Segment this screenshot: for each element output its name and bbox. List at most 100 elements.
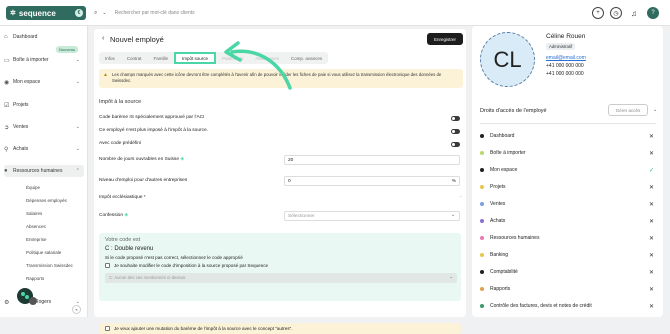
sidebar-item-label: Projets (13, 102, 29, 108)
close-icon[interactable]: ✕ (649, 235, 654, 242)
manage-access-button[interactable]: Gérer accès (608, 104, 648, 116)
sidebar-item-sales[interactable]: ➲ Ventes ⌄ (4, 121, 84, 133)
check-square-icon: ☑ (4, 102, 10, 109)
access-item-label: Contrôle des factures, devis et notes de… (490, 303, 592, 309)
toggle-predefined-code[interactable] (451, 142, 460, 147)
info-icon[interactable]: ◈ (124, 213, 128, 218)
logo-mark-icon: ✲ (10, 10, 16, 17)
sidebar-item-label: Boîte à importer (13, 57, 49, 63)
check-icon[interactable]: ✓ (649, 167, 654, 174)
sidebar-item-label: Achats (13, 146, 29, 152)
user-icon: ◉ (4, 79, 10, 86)
info-icon[interactable]: ◈ (180, 157, 184, 162)
toggle-label: Code barème IS spécialement approuvé par… (99, 115, 205, 120)
working-days-input[interactable]: 20 (284, 155, 460, 165)
sidebar-sub-reports[interactable]: Rapports (26, 276, 44, 281)
tab-withholding-tax[interactable]: Impôt source (174, 52, 217, 64)
search-input[interactable]: Rechercher par mot-clé dans clients (115, 10, 195, 16)
code-value: C : Double revenu (105, 246, 154, 252)
access-item-label: Rapports (490, 286, 511, 292)
sidebar-sub-swissdec[interactable]: Transmission Swissdec (26, 263, 73, 268)
help-icon[interactable]: ? (647, 7, 659, 19)
sidebar-sub-team[interactable]: Équipe (26, 185, 40, 190)
tab-advances[interactable]: Comp. avances (285, 52, 328, 64)
sidebar-sub-salary-policy[interactable]: Politique salariale (26, 250, 61, 255)
modify-code-option[interactable]: Je souhaite modifier le code d'impositio… (105, 263, 268, 268)
back-arrow-icon[interactable]: ‹ (102, 35, 104, 42)
chevron-down-icon[interactable]: ⌄ (102, 10, 106, 16)
employment-level-input[interactable]: 0 % (284, 176, 460, 186)
close-icon[interactable]: ✕ (649, 184, 654, 191)
sidebar-item-hr[interactable]: ● Ressources humaines ⌃ (4, 165, 84, 177)
field-label: Nombre de jours ouvrables en Suisse ◈ (99, 157, 184, 162)
chevron-down-icon: ⌄ (75, 57, 80, 63)
mutation-checkbox[interactable] (105, 326, 110, 331)
sidebar-sub-expenses[interactable]: Dépenses employés (26, 198, 67, 203)
sidebar-item-inbox[interactable]: ▭ Boîte à importer ⌄ (4, 54, 84, 66)
alert-text: Les champs marqués avec cette icône devr… (112, 72, 442, 83)
tab-infos[interactable]: Infos (99, 52, 121, 64)
tab-payments[interactable]: Paiements (216, 52, 249, 64)
confession-select[interactable]: Sélectionner ⌄ (284, 211, 460, 221)
church-tax-value: - (460, 194, 462, 200)
access-item-label: Comptabilité (490, 269, 518, 275)
toggle-no-longer-taxed[interactable] (451, 129, 460, 134)
chevron-down-icon[interactable]: ⌄ (653, 107, 657, 113)
modify-code-checkbox[interactable] (105, 263, 110, 268)
assistant-bubble-icon[interactable] (16, 287, 38, 307)
collapse-sidebar-button[interactable]: « (72, 305, 81, 314)
close-icon[interactable]: ✕ (649, 269, 654, 276)
email-link[interactable]: email@email.com (546, 55, 586, 61)
sidebar-item-dashboard[interactable]: ⌂ Dashboard (4, 31, 84, 43)
module-color-dot (480, 304, 484, 308)
close-icon[interactable]: ✕ (649, 252, 654, 259)
sidebar-item-purchases[interactable]: ⚲ Achats ⌄ (4, 143, 84, 155)
bell-icon[interactable]: ♫ (628, 7, 640, 19)
page-title: Nouvel employé (110, 35, 164, 44)
access-item: Mon espace ✓ (480, 164, 658, 176)
access-item: Boîte à importer ✕ (480, 147, 658, 159)
sidebar-item-projects[interactable]: ☑ Projets (4, 99, 84, 111)
access-item: Achats ✕ (480, 215, 658, 227)
close-icon[interactable]: ✕ (649, 133, 654, 140)
home-icon: ⌂ (4, 34, 8, 40)
access-item: Contrôle des factures, devis et notes de… (480, 300, 658, 312)
access-rights-title: Droits d'accès de l'employé (480, 108, 547, 114)
close-icon[interactable]: ✕ (649, 286, 654, 293)
close-icon[interactable]: ✕ (649, 218, 654, 225)
tab-insurances[interactable]: Assurances (249, 52, 285, 64)
tab-contract[interactable]: Contrat (121, 52, 148, 64)
clock-icon[interactable]: ◷ (610, 7, 622, 19)
brand-name: sequence (18, 8, 56, 18)
module-color-dot (480, 202, 484, 206)
add-icon[interactable]: + (592, 7, 604, 19)
search-bar[interactable]: ⌕ ⌄ Rechercher par mot-clé dans clients (94, 6, 574, 20)
access-item-label: Ventes (490, 201, 506, 207)
close-icon[interactable]: ✕ (649, 201, 654, 208)
inbox-icon: ▭ (4, 57, 10, 64)
tax-code-select[interactable]: C: Aucun des cas mentionnés ci-dessus. ⌄ (105, 273, 457, 283)
chevron-down-icon: ⌄ (75, 146, 80, 152)
toggle-aci-approved[interactable] (451, 116, 460, 121)
close-icon[interactable]: ✕ (649, 150, 654, 157)
sidebar-sub-absences[interactable]: Absences (26, 224, 46, 229)
sidebar-sub-company[interactable]: Entreprise (26, 237, 47, 242)
sidebar-item-label: Ventes (13, 124, 29, 130)
save-button[interactable]: Enregistrer (427, 33, 463, 45)
sidebar-item-my-space[interactable]: ◉ Mon espace ⌄ (4, 76, 84, 88)
close-icon[interactable]: ✕ (649, 303, 654, 310)
gear-icon: ⚙ (4, 299, 10, 306)
avatar[interactable]: CL (480, 32, 535, 87)
app-logo[interactable]: ✲ sequence € (6, 6, 86, 20)
access-item-label: Dashboard (490, 133, 515, 139)
form-tabs: Infos Contrat Famille Impôt source Paiem… (99, 52, 329, 64)
field-label: Confession ◈ (99, 213, 128, 218)
module-color-dot (480, 151, 484, 155)
tab-family[interactable]: Famille (148, 52, 175, 64)
access-item: Rapports ✕ (480, 283, 658, 295)
module-color-dot (480, 134, 484, 138)
sidebar-sub-salaries[interactable]: Salaires (26, 211, 42, 216)
people-icon: ● (4, 168, 8, 174)
mutation-option[interactable]: Je veux ajouter une mutation du barème d… (99, 323, 461, 334)
chevron-down-icon: ⌄ (449, 274, 453, 279)
